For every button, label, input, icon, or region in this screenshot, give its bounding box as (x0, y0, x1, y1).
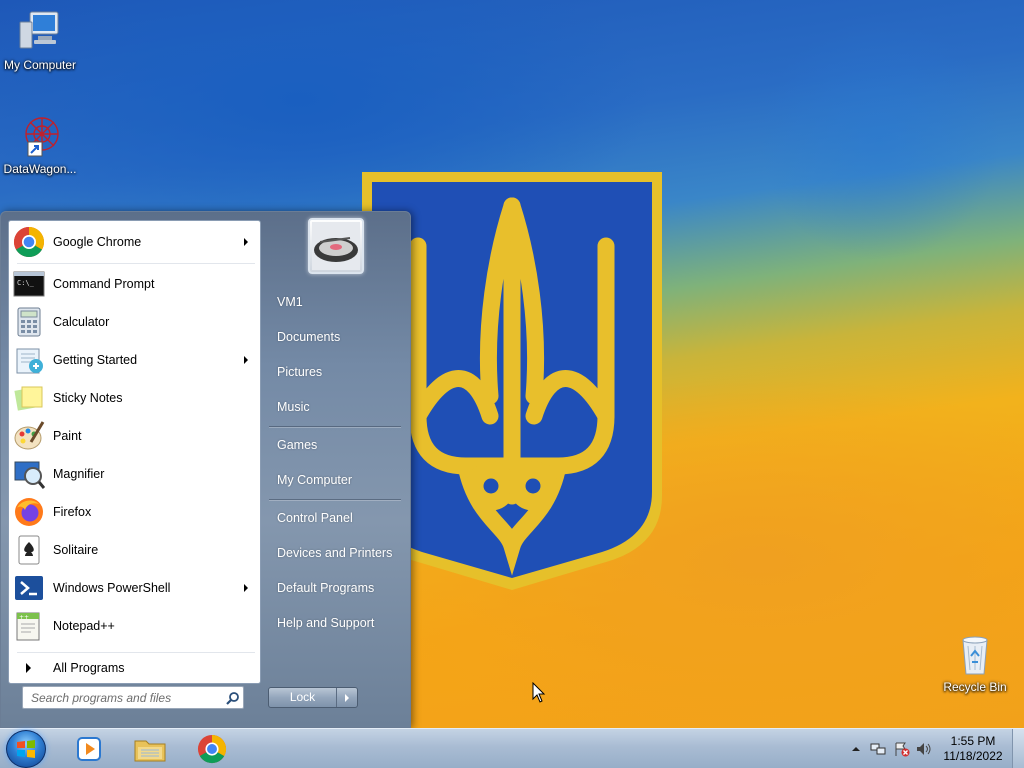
start-right-item-vm1[interactable]: VM1 (269, 288, 405, 316)
magnifier-icon (13, 458, 46, 490)
program-item-magnifier[interactable]: Magnifier (11, 456, 258, 492)
volume-icon[interactable] (916, 741, 932, 757)
windows-media-player-icon (77, 737, 101, 761)
powershell-icon (13, 572, 45, 604)
taskbar-clock[interactable]: 1:55 PM 11/18/2022 (940, 734, 1006, 764)
submenu-arrow-icon[interactable] (244, 356, 248, 364)
start-right-item-control-panel[interactable]: Control Panel (269, 504, 405, 532)
lock-button[interactable]: Lock (269, 688, 337, 707)
start-right-item-music[interactable]: Music (269, 393, 405, 421)
recycle-bin-icon (951, 630, 999, 678)
network-icon[interactable] (870, 741, 886, 757)
start-right-item-help-and-support[interactable]: Help and Support (269, 609, 405, 637)
start-menu: Google Chrome C:\_ Command Prompt Calcul… (0, 211, 411, 728)
sticky-notes-icon (13, 382, 45, 414)
lock-button-group: Lock (268, 687, 358, 708)
program-item-google-chrome[interactable]: Google Chrome (11, 224, 258, 260)
chrome-icon (197, 734, 227, 764)
mouse-cursor-icon (532, 682, 546, 703)
windows-logo-icon (17, 740, 35, 758)
paint-icon (13, 420, 45, 452)
program-item-notepad-plus-plus[interactable]: ++ Notepad++ (11, 608, 258, 644)
submenu-arrow-icon[interactable] (244, 238, 248, 246)
taskbar-chrome-button[interactable] (183, 731, 241, 767)
divider (17, 263, 255, 264)
taskbar-explorer-button[interactable] (121, 731, 179, 767)
solitaire-icon (13, 534, 45, 566)
start-right-item-my-computer[interactable]: My Computer (269, 466, 405, 494)
desktop-icon-label: DataWagon... (3, 162, 77, 176)
computer-icon (16, 8, 64, 56)
action-center-flag-icon[interactable] (894, 741, 910, 757)
desktop-icon-datawagon[interactable]: DataWagon... (0, 112, 80, 176)
clock-date: 11/18/2022 (943, 749, 1003, 763)
divider (269, 499, 401, 500)
program-item-solitaire[interactable]: Solitaire (11, 532, 258, 568)
start-menu-programs-pane: Google Chrome C:\_ Command Prompt Calcul… (8, 220, 261, 684)
show-desktop-button[interactable] (1012, 729, 1024, 768)
divider (269, 426, 401, 427)
chrome-icon (13, 226, 45, 258)
firefox-icon (13, 496, 45, 528)
submenu-arrow-icon[interactable] (244, 584, 248, 592)
program-item-firefox[interactable]: Firefox (11, 494, 258, 530)
program-item-sticky-notes[interactable]: Sticky Notes (11, 380, 258, 416)
desktop-icon-label: My Computer (3, 58, 77, 72)
notepad-plus-plus-icon: ++ (13, 610, 45, 642)
program-item-command-prompt[interactable]: C:\_ Command Prompt (11, 266, 258, 302)
windows-explorer-icon (134, 740, 166, 762)
all-programs-button[interactable]: All Programs (9, 653, 260, 683)
start-right-item-documents[interactable]: Documents (269, 323, 405, 351)
arrow-right-icon (26, 663, 31, 673)
start-right-item-pictures[interactable]: Pictures (269, 358, 405, 386)
program-item-getting-started[interactable]: Getting Started (11, 342, 258, 378)
start-right-item-games[interactable]: Games (269, 431, 405, 459)
show-hidden-icons-button[interactable] (848, 741, 864, 757)
taskbar: 1:55 PM 11/18/2022 (0, 728, 1024, 768)
program-item-paint[interactable]: Paint (11, 418, 258, 454)
getting-started-icon (13, 344, 45, 376)
calculator-icon (13, 306, 45, 338)
notification-area: 1:55 PM 11/18/2022 (840, 729, 1024, 768)
start-button[interactable] (6, 730, 46, 768)
datawagon-shortcut-icon (16, 112, 64, 160)
search-icon[interactable] (223, 688, 243, 708)
search-input[interactable] (23, 690, 223, 705)
desktop-icon-label: Recycle Bin (943, 680, 1007, 694)
start-search-box[interactable] (22, 686, 244, 709)
start-right-item-devices-and-printers[interactable]: Devices and Printers (269, 539, 405, 567)
taskbar-media-player-button[interactable] (60, 731, 118, 767)
clock-time: 1:55 PM (950, 734, 996, 748)
command-prompt-icon: C:\_ (13, 268, 45, 300)
start-right-item-default-programs[interactable]: Default Programs (269, 574, 405, 602)
shutdown-options-button[interactable] (337, 688, 357, 707)
program-item-windows-powershell[interactable]: Windows PowerShell (11, 570, 258, 606)
desktop-icon-recycle-bin[interactable]: Recycle Bin (935, 630, 1015, 694)
program-item-calculator[interactable]: Calculator (11, 304, 258, 340)
user-account-picture[interactable] (308, 218, 364, 274)
svg-text:C:\_: C:\_ (17, 279, 35, 287)
arrow-right-icon (345, 693, 349, 702)
desktop-icon-my-computer[interactable]: My Computer (0, 8, 80, 72)
svg-text:++: ++ (19, 614, 29, 621)
